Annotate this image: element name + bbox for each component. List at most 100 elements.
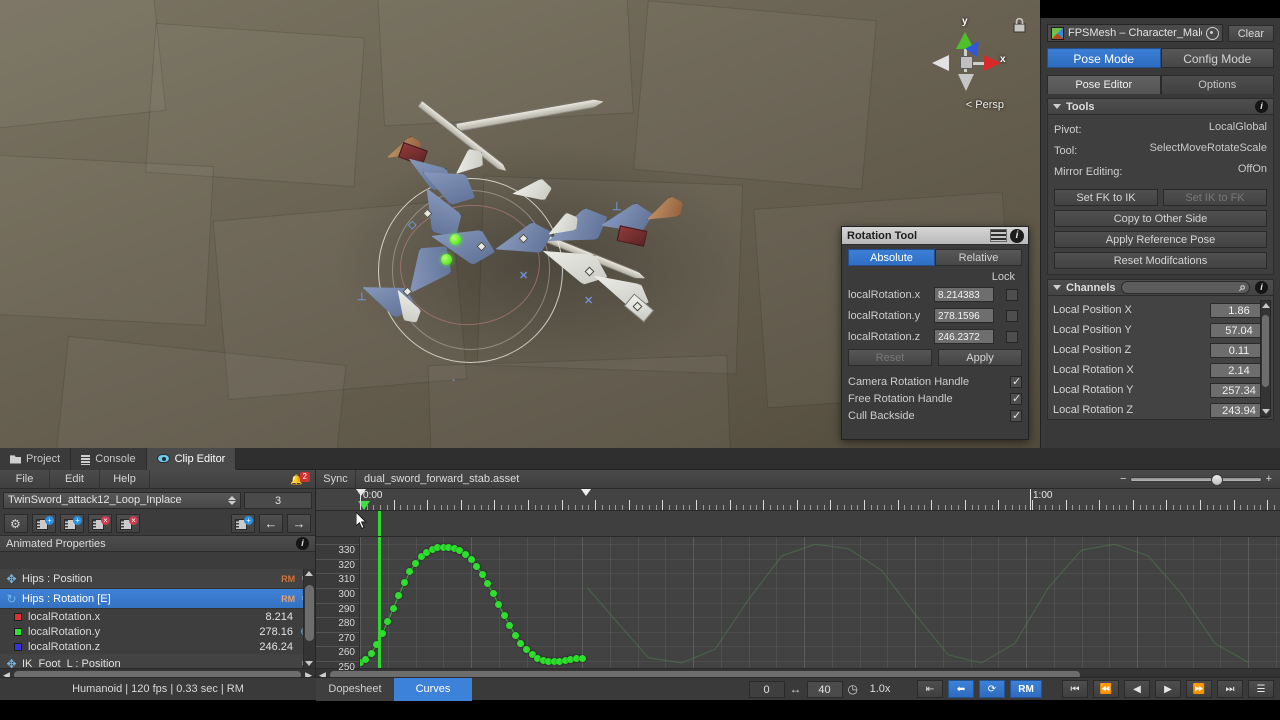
- clip-selector-row[interactable]: TwinSword_attack12_Loop_Inplace 3: [0, 489, 315, 511]
- keyframe-point[interactable]: [489, 590, 497, 598]
- status-playback-bar[interactable]: Humanoid | 120 fps | 0.33 sec | RM Dopes…: [0, 677, 1280, 701]
- ruler-marker-triangle[interactable]: [581, 489, 591, 496]
- frame-start-field[interactable]: 0: [748, 680, 785, 698]
- tab-pose-editor[interactable]: Pose Editor: [1047, 75, 1161, 94]
- gizmo-negx-cone[interactable]: [932, 55, 949, 71]
- perspective-label[interactable]: < Persp: [966, 99, 1004, 111]
- previous-button[interactable]: ←: [259, 513, 283, 533]
- set-fk-to-ik-button[interactable]: Set FK to IK: [1054, 189, 1158, 206]
- checkbox-camera-rotation-handle[interactable]: [1010, 375, 1022, 388]
- tab-config-mode[interactable]: Config Mode: [1160, 48, 1274, 68]
- keyframe-strip[interactable]: [316, 511, 1280, 537]
- menu-icon[interactable]: [990, 229, 1007, 242]
- clip-toolbar[interactable]: ⚙ + + × × + ← →: [0, 511, 315, 535]
- playhead-line[interactable]: [378, 537, 381, 668]
- set-ik-to-fk-button[interactable]: Set IK to FK: [1163, 189, 1267, 206]
- gizmo-x-cone[interactable]: [984, 55, 1001, 71]
- scrollbar-thumb[interactable]: [1262, 315, 1269, 387]
- go-to-end-button[interactable]: ⏭: [1217, 680, 1243, 698]
- keyframe-point[interactable]: [478, 570, 486, 578]
- channel-row-local-rotation-y[interactable]: localRotation.y 278.16 ◉: [0, 624, 315, 639]
- playback-controls[interactable]: 0 ↔ 40 ◷ 1.0x ⇤ ⬅ ⟳ RM ⏮ ⏪ ◀ ▶ ⏩ ⏭ ☰: [748, 680, 1280, 698]
- keyframe-point[interactable]: [511, 631, 519, 639]
- tab-clip-editor[interactable]: Clip Editor: [146, 448, 237, 470]
- channel-row-local-rotation-z[interactable]: localRotation.z 246.24 ◕: [0, 639, 315, 654]
- delete-clip-button[interactable]: ×: [116, 513, 140, 533]
- pivot-segment[interactable]: Local Global: [1154, 121, 1267, 138]
- keyframe-point[interactable]: [395, 591, 403, 599]
- add-clip-button[interactable]: +: [32, 513, 56, 533]
- step-forward-button[interactable]: ⏩: [1186, 680, 1212, 698]
- clip-index-field[interactable]: 3: [244, 491, 312, 509]
- checkbox-free-rotation-handle[interactable]: [1010, 392, 1022, 405]
- channels-list[interactable]: Local Position X 1.86 Local Position Y 5…: [1047, 296, 1274, 420]
- checkbox-cull-backside[interactable]: [1010, 409, 1022, 422]
- tab-console[interactable]: Console: [71, 448, 147, 470]
- info-icon[interactable]: i: [296, 537, 309, 550]
- chevron-down-icon[interactable]: [1053, 104, 1061, 109]
- pivot-global-button[interactable]: Global: [1235, 121, 1267, 138]
- lock-checkbox-rot-x[interactable]: [1006, 288, 1018, 301]
- settings-button[interactable]: ⚙: [4, 513, 28, 533]
- copy-to-other-side-button[interactable]: Copy to Other Side: [1054, 210, 1267, 227]
- remove-clip-button[interactable]: ×: [88, 513, 112, 533]
- duplicate-clip-button[interactable]: +: [60, 513, 84, 533]
- chevron-updown-icon[interactable]: [228, 495, 236, 505]
- keyframe-point[interactable]: [506, 622, 514, 630]
- step-back-button[interactable]: ⏪: [1093, 680, 1119, 698]
- view-orientation-gizmo[interactable]: y x: [920, 16, 1012, 112]
- field-value-rot-y[interactable]: 278.1596: [934, 308, 994, 323]
- rotation-field-row[interactable]: localRotation.y 278.1596: [848, 306, 1022, 325]
- tool-scale-button[interactable]: Scale: [1239, 142, 1267, 159]
- keyframe-point[interactable]: [500, 612, 508, 620]
- channel-row[interactable]: Local Position Y 57.04: [1051, 320, 1270, 340]
- rotation-field-row[interactable]: localRotation.x 8.214383: [848, 285, 1022, 304]
- play-reverse-button[interactable]: ◀: [1124, 680, 1150, 698]
- timeline-zoom-slider[interactable]: − +: [1120, 473, 1280, 486]
- clip-dropdown[interactable]: TwinSword_attack12_Loop_Inplace: [3, 491, 241, 509]
- clear-button[interactable]: Clear: [1227, 24, 1274, 42]
- chevron-down-icon[interactable]: [1053, 285, 1061, 290]
- asset-row[interactable]: Sync dual_sword_forward_stab.asset − +: [316, 469, 1280, 489]
- tab-pose-mode[interactable]: Pose Mode: [1047, 48, 1161, 68]
- gizmo-negy-cone[interactable]: [958, 74, 974, 91]
- mirror-editing-row[interactable]: Mirror Editing: Off On: [1054, 162, 1267, 181]
- scroll-up-icon[interactable]: [1262, 303, 1270, 308]
- rotation-mode-absolute[interactable]: Absolute: [848, 249, 935, 266]
- sync-button[interactable]: Sync: [316, 469, 356, 489]
- tools-section-header[interactable]: Tools i: [1047, 98, 1274, 115]
- next-button[interactable]: →: [287, 513, 311, 533]
- go-to-start-button[interactable]: ⏮: [1062, 680, 1088, 698]
- rotation-mode-segment[interactable]: Absolute Relative: [848, 249, 1022, 266]
- keyframe-point[interactable]: [495, 601, 503, 609]
- mode-segment[interactable]: Pose Mode Config Mode: [1047, 48, 1274, 68]
- info-icon[interactable]: i: [1255, 281, 1268, 294]
- tab-dopesheet[interactable]: Dopesheet: [316, 677, 394, 701]
- channel-value[interactable]: 246.24: [259, 641, 293, 653]
- property-list-scrollbar[interactable]: [303, 569, 315, 668]
- keyframe-point[interactable]: [484, 580, 492, 588]
- loop-toggle-button[interactable]: ⟳: [979, 680, 1005, 698]
- pivot-local-button[interactable]: Local: [1209, 121, 1235, 138]
- keyframe-point[interactable]: [412, 559, 419, 567]
- keyframe-point[interactable]: [362, 655, 370, 663]
- zoom-slider-thumb[interactable]: [1211, 473, 1224, 486]
- keyframe-point[interactable]: [367, 649, 375, 657]
- option-row-camera-rotation-handle[interactable]: Camera Rotation Handle: [848, 373, 1022, 390]
- tab-options[interactable]: Options: [1160, 75, 1274, 94]
- mirror-off-button[interactable]: Off: [1238, 163, 1252, 180]
- keyframe-point[interactable]: [578, 655, 586, 663]
- tab-curves[interactable]: Curves: [394, 677, 472, 701]
- object-reference-field[interactable]: FPSMesh – Character_Male_: [1047, 24, 1223, 42]
- lock-icon[interactable]: [1013, 17, 1026, 36]
- selected-joint-handle[interactable]: [450, 234, 461, 245]
- property-list[interactable]: ✥ Hips : Position RM ⚙ ↻ Hips : Rotation…: [0, 569, 315, 668]
- reset-button[interactable]: Reset: [848, 349, 932, 366]
- notifications-button[interactable]: 2: [285, 470, 315, 489]
- scrollbar-thumb[interactable]: [305, 585, 314, 641]
- keyframe-point[interactable]: [389, 604, 397, 612]
- animated-properties-panel[interactable]: File Edit Help 2 TwinSword_attack12_Loop…: [0, 469, 316, 680]
- snap-to-start-button[interactable]: ⇤: [917, 680, 943, 698]
- keyframe-point[interactable]: [473, 562, 481, 570]
- editor-tab-segment[interactable]: Pose Editor Options: [1047, 75, 1274, 94]
